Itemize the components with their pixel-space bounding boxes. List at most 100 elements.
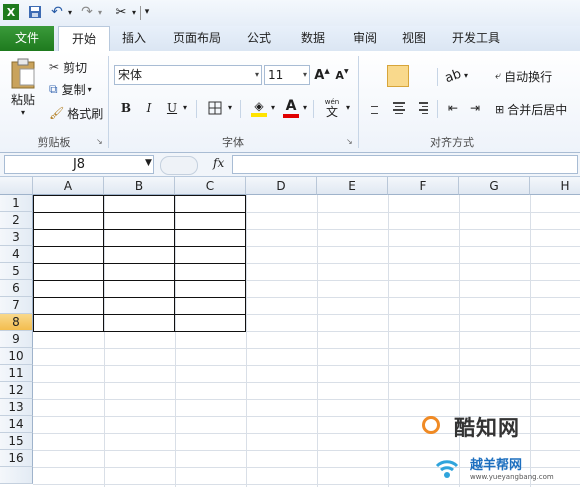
font-name-combo[interactable]: 宋体 ▾ (114, 65, 262, 85)
column-header-e[interactable]: E (317, 177, 388, 195)
redo-dropdown-icon[interactable]: ▾ (96, 4, 104, 20)
row-header-10[interactable]: 10 (0, 348, 33, 365)
fill-color-button[interactable]: ◈ (248, 96, 270, 120)
merge-center-icon: ⊞ (495, 102, 505, 116)
row-header-1[interactable]: 1 (0, 195, 33, 212)
column-header-d[interactable]: D (246, 177, 317, 195)
tab-file[interactable]: 文件 (0, 26, 54, 51)
font-group-label: 字体 (222, 136, 244, 149)
alignment-group-label: 对齐方式 (430, 136, 474, 149)
font-color-dropdown-icon[interactable]: ▾ (303, 103, 307, 112)
wrap-text-button[interactable]: ⤶ 自动换行 (494, 65, 566, 87)
row-header-12[interactable]: 12 (0, 382, 33, 399)
row-header-2[interactable]: 2 (0, 212, 33, 229)
tab-data[interactable]: 数据 (290, 26, 336, 51)
undo-icon[interactable]: ↶ (50, 4, 64, 20)
align-middle-button[interactable] (387, 65, 409, 87)
bordered-range (33, 195, 246, 332)
align-right-button[interactable] (412, 98, 432, 118)
column-header-c[interactable]: C (175, 177, 246, 195)
tab-developer[interactable]: 开发工具 (443, 26, 509, 51)
format-painter-button[interactable]: 🖌 格式刷 (48, 103, 106, 123)
save-icon[interactable] (27, 4, 42, 20)
column-header-f[interactable]: F (388, 177, 459, 195)
formula-bar-handle[interactable] (160, 156, 198, 175)
phonetic-icon: 文 (325, 104, 338, 119)
tools-icon[interactable]: ✂ (112, 4, 130, 20)
align-separator (437, 100, 438, 118)
orientation-button[interactable]: ab (439, 62, 467, 90)
row-header-3[interactable]: 3 (0, 229, 33, 246)
tools-dropdown-icon[interactable]: ▾ (130, 4, 138, 20)
align-center-button[interactable] (389, 98, 409, 118)
shrink-font-button[interactable]: A ▼ (333, 65, 351, 85)
copy-button[interactable]: ⧉ 复制 ▾ (48, 79, 104, 99)
align-left-button[interactable] (366, 98, 386, 118)
increase-indent-button[interactable]: ⇥ (465, 98, 485, 118)
name-box[interactable]: J8 (4, 155, 154, 174)
phonetic-button[interactable]: wén 文 (320, 96, 344, 120)
align-separator (437, 68, 438, 86)
font-color-glyph: A (285, 97, 297, 114)
format-painter-label: 格式刷 (67, 106, 104, 121)
column-header-g[interactable]: G (459, 177, 530, 195)
row-header-14[interactable]: 14 (0, 416, 33, 433)
name-box-dropdown-icon[interactable]: ▼ (145, 158, 152, 168)
orientation-dropdown-icon[interactable]: ▾ (464, 71, 468, 80)
formula-input[interactable] (232, 155, 578, 174)
decrease-indent-button[interactable]: ⇤ (443, 98, 463, 118)
phonetic-dropdown-icon[interactable]: ▾ (346, 103, 350, 112)
row-header-15[interactable]: 15 (0, 433, 33, 450)
paste-button[interactable]: 粘贴 ▾ (6, 55, 40, 119)
tab-review[interactable]: 审阅 (342, 26, 388, 51)
column-header-h[interactable]: H (530, 177, 580, 195)
insert-function-button[interactable]: fx (213, 156, 224, 170)
excel-x-icon: X (3, 4, 19, 20)
row-header-7[interactable]: 7 (0, 297, 33, 314)
row-header-5[interactable]: 5 (0, 263, 33, 280)
borders-dropdown-icon[interactable]: ▾ (228, 103, 232, 112)
shrink-font-label: A (335, 68, 344, 82)
tab-home[interactable]: 开始 (58, 26, 110, 52)
grow-font-button[interactable]: A ▲ (313, 65, 331, 85)
select-all-corner[interactable] (0, 177, 33, 195)
undo-dropdown-icon[interactable]: ▾ (66, 4, 74, 20)
row-header-4[interactable]: 4 (0, 246, 33, 263)
align-top-button[interactable] (366, 66, 386, 86)
clipboard-launcher-icon[interactable]: ↘ (96, 137, 103, 146)
row-header-11[interactable]: 11 (0, 365, 33, 382)
tab-page-layout[interactable]: 页面布局 (166, 26, 228, 51)
row-header-8[interactable]: 8 (0, 314, 33, 331)
italic-button[interactable]: I (139, 98, 159, 118)
watermark-brand: 酷知网 (454, 416, 520, 440)
column-header-b[interactable]: B (104, 177, 175, 195)
shrink-arrow-icon: ▼ (343, 67, 349, 75)
fill-color-dropdown-icon[interactable]: ▾ (271, 103, 275, 112)
tab-view[interactable]: 视图 (391, 26, 437, 51)
row-header-13[interactable]: 13 (0, 399, 33, 416)
tab-formulas[interactable]: 公式 (236, 26, 282, 51)
grow-arrow-icon: ▲ (324, 67, 330, 75)
customize-icon[interactable]: ▾ (142, 4, 152, 20)
row-header-6[interactable]: 6 (0, 280, 33, 297)
increase-indent-icon: ⇥ (469, 101, 481, 115)
underline-button[interactable]: U (162, 98, 182, 118)
cut-button[interactable]: ✂ 剪切 (48, 57, 100, 77)
font-color-button[interactable]: A (280, 96, 302, 120)
underline-dropdown-icon[interactable]: ▾ (183, 103, 187, 112)
gridline (246, 195, 247, 487)
tab-insert[interactable]: 插入 (112, 26, 156, 51)
watermark-site: 越羊帮网 (470, 458, 523, 473)
column-header-a[interactable]: A (33, 177, 104, 195)
align-bottom-button[interactable] (410, 66, 430, 86)
redo-icon[interactable]: ↷ (80, 4, 94, 20)
merge-center-button[interactable]: ⊞ 合并后居中 (494, 98, 580, 120)
bold-button[interactable]: B (116, 98, 136, 118)
borders-button[interactable] (204, 98, 226, 118)
font-launcher-icon[interactable]: ↘ (346, 137, 353, 146)
row-header-17[interactable] (0, 467, 33, 484)
row-header-16[interactable]: 16 (0, 450, 33, 467)
row-header-9[interactable]: 9 (0, 331, 33, 348)
font-size-combo[interactable]: 11 ▾ (264, 65, 310, 85)
watermark-url: www.yueyangbang.com (470, 473, 554, 481)
